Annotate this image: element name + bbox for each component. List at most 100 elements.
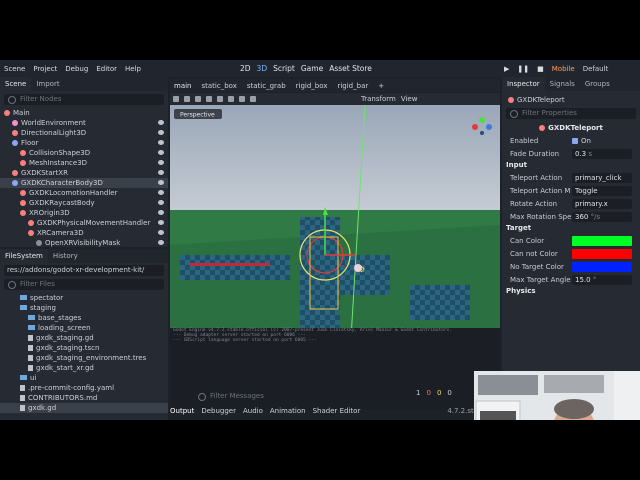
tree-item[interactable]: GXDKRaycastBody: [0, 198, 168, 208]
renderer-select[interactable]: Mobile: [552, 65, 575, 73]
tree-item[interactable]: GXDKStartXR: [0, 168, 168, 178]
file-item[interactable]: ui: [0, 373, 168, 383]
file-item[interactable]: base_stages: [0, 313, 168, 323]
eye-icon[interactable]: [158, 230, 164, 235]
fade-duration-field[interactable]: 0.3 s: [572, 148, 632, 159]
rotate-action-field[interactable]: primary.x: [572, 198, 632, 209]
inspected-node[interactable]: GXDKTeleport: [502, 94, 640, 106]
file-item[interactable]: gxdk_staging.gd: [0, 333, 168, 343]
doc-tab[interactable]: rigid_box: [296, 82, 328, 90]
local-space-icon[interactable]: [250, 96, 256, 102]
3d-viewport[interactable]: ⚙ Perspective: [170, 105, 500, 328]
section-physics[interactable]: Physics: [502, 286, 640, 297]
tab-history[interactable]: History: [48, 249, 83, 263]
menu-debug[interactable]: Debug: [65, 65, 88, 73]
tree-item[interactable]: CollisionShape3D: [0, 148, 168, 158]
max-rotation-speed-field[interactable]: 360 °/s: [572, 211, 632, 222]
tree-item[interactable]: Floor: [0, 138, 168, 148]
eye-icon[interactable]: [158, 140, 164, 145]
mode-2d[interactable]: 2D: [240, 64, 251, 73]
section-target[interactable]: Target: [502, 223, 640, 234]
enabled-checkbox[interactable]: On: [572, 137, 640, 145]
group-icon[interactable]: [239, 96, 245, 102]
warning-count[interactable]: 0: [437, 389, 441, 397]
tab-animation[interactable]: Animation: [270, 407, 306, 415]
no-target-color-swatch[interactable]: [572, 261, 632, 272]
mode-3d[interactable]: 3D: [257, 64, 268, 73]
menu-scene[interactable]: Scene: [4, 65, 25, 73]
mode-asset-store[interactable]: Asset Store: [329, 64, 372, 73]
tree-item[interactable]: DirectionalLight3D: [0, 128, 168, 138]
section-input[interactable]: Input: [502, 160, 640, 171]
tab-shader-editor[interactable]: Shader Editor: [313, 407, 361, 415]
rotate-tool-icon[interactable]: [195, 96, 201, 102]
log-count[interactable]: 1: [416, 389, 420, 397]
lock-icon[interactable]: [228, 96, 234, 102]
play-icon[interactable]: ▶: [504, 65, 509, 73]
tab-import[interactable]: Import: [31, 77, 64, 91]
mode-script[interactable]: Script: [273, 64, 295, 73]
file-item[interactable]: gxdk_staging_environment.tres: [0, 353, 168, 363]
filter-files-input[interactable]: Filter Files: [4, 279, 164, 290]
eye-icon[interactable]: [158, 190, 164, 195]
pause-icon[interactable]: ❚❚: [517, 65, 529, 73]
snap-icon[interactable]: [217, 96, 223, 102]
move-tool-icon[interactable]: [184, 96, 190, 102]
eye-icon[interactable]: [158, 120, 164, 125]
eye-icon[interactable]: [158, 210, 164, 215]
tab-filesystem[interactable]: FileSystem: [0, 249, 48, 263]
add-tab-icon[interactable]: +: [378, 82, 384, 90]
doc-tab[interactable]: rigid_bar: [337, 82, 368, 90]
tree-item[interactable]: GXDKLocomotionHandler: [0, 188, 168, 198]
file-item[interactable]: gxdk_staging.tscn: [0, 343, 168, 353]
menu-project[interactable]: Project: [33, 65, 57, 73]
doc-tab[interactable]: static_box: [202, 82, 237, 90]
doc-tab-main[interactable]: main: [174, 82, 192, 90]
can-color-swatch[interactable]: [572, 235, 632, 246]
eye-icon[interactable]: [158, 150, 164, 155]
doc-tab[interactable]: static_grab: [247, 82, 286, 90]
file-item[interactable]: gxdk_start_xr.gd: [0, 363, 168, 373]
tree-item[interactable]: XROrigin3D: [0, 208, 168, 218]
tab-audio[interactable]: Audio: [243, 407, 263, 415]
tab-debugger[interactable]: Debugger: [201, 407, 236, 415]
tree-item[interactable]: Main: [0, 108, 168, 118]
file-item[interactable]: .pre-commit-config.yaml: [0, 383, 168, 393]
tree-item[interactable]: MeshInstance3D: [0, 158, 168, 168]
filter-messages-input[interactable]: Filter Messages: [194, 391, 414, 402]
view-menu[interactable]: View: [401, 95, 418, 103]
menu-editor[interactable]: Editor: [96, 65, 117, 73]
filter-nodes-input[interactable]: Filter Nodes: [4, 94, 164, 105]
stop-icon[interactable]: ■: [537, 65, 544, 73]
max-target-angle-field[interactable]: 15.0 °: [572, 274, 632, 285]
file-item[interactable]: spectator: [0, 293, 168, 303]
tab-scene[interactable]: Scene: [0, 77, 32, 91]
scale-tool-icon[interactable]: [206, 96, 212, 102]
menu-help[interactable]: Help: [125, 65, 141, 73]
transform-menu[interactable]: Transform: [361, 95, 396, 103]
tab-signals[interactable]: Signals: [545, 77, 580, 91]
tree-item-selected[interactable]: GXDKCharacterBody3D: [0, 178, 168, 188]
filter-properties-input[interactable]: Filter Properties: [506, 108, 636, 119]
eye-icon[interactable]: [158, 200, 164, 205]
file-item[interactable]: CONTRIBUTORS.md: [0, 393, 168, 403]
eye-icon[interactable]: [158, 240, 164, 245]
tree-item[interactable]: WorldEnvironment: [0, 118, 168, 128]
layout-select[interactable]: Default: [583, 65, 609, 73]
perspective-label[interactable]: Perspective: [174, 109, 222, 119]
tab-inspector[interactable]: Inspector: [502, 77, 545, 91]
path-field[interactable]: res://addons/godot-xr-development-kit/: [4, 265, 164, 276]
cannot-color-swatch[interactable]: [572, 248, 632, 259]
eye-icon[interactable]: [158, 130, 164, 135]
eye-icon[interactable]: [158, 180, 164, 185]
file-item[interactable]: loading_screen: [0, 323, 168, 333]
error-count[interactable]: 0: [426, 389, 430, 397]
tree-item[interactable]: XRCamera3D: [0, 228, 168, 238]
eye-icon[interactable]: [158, 220, 164, 225]
eye-icon[interactable]: [158, 160, 164, 165]
tab-groups[interactable]: Groups: [580, 77, 615, 91]
file-item[interactable]: staging: [0, 303, 168, 313]
file-item-selected[interactable]: gxdk.gd: [0, 403, 168, 413]
eye-icon[interactable]: [158, 170, 164, 175]
teleport-action-mode-select[interactable]: Toggle: [572, 185, 632, 196]
